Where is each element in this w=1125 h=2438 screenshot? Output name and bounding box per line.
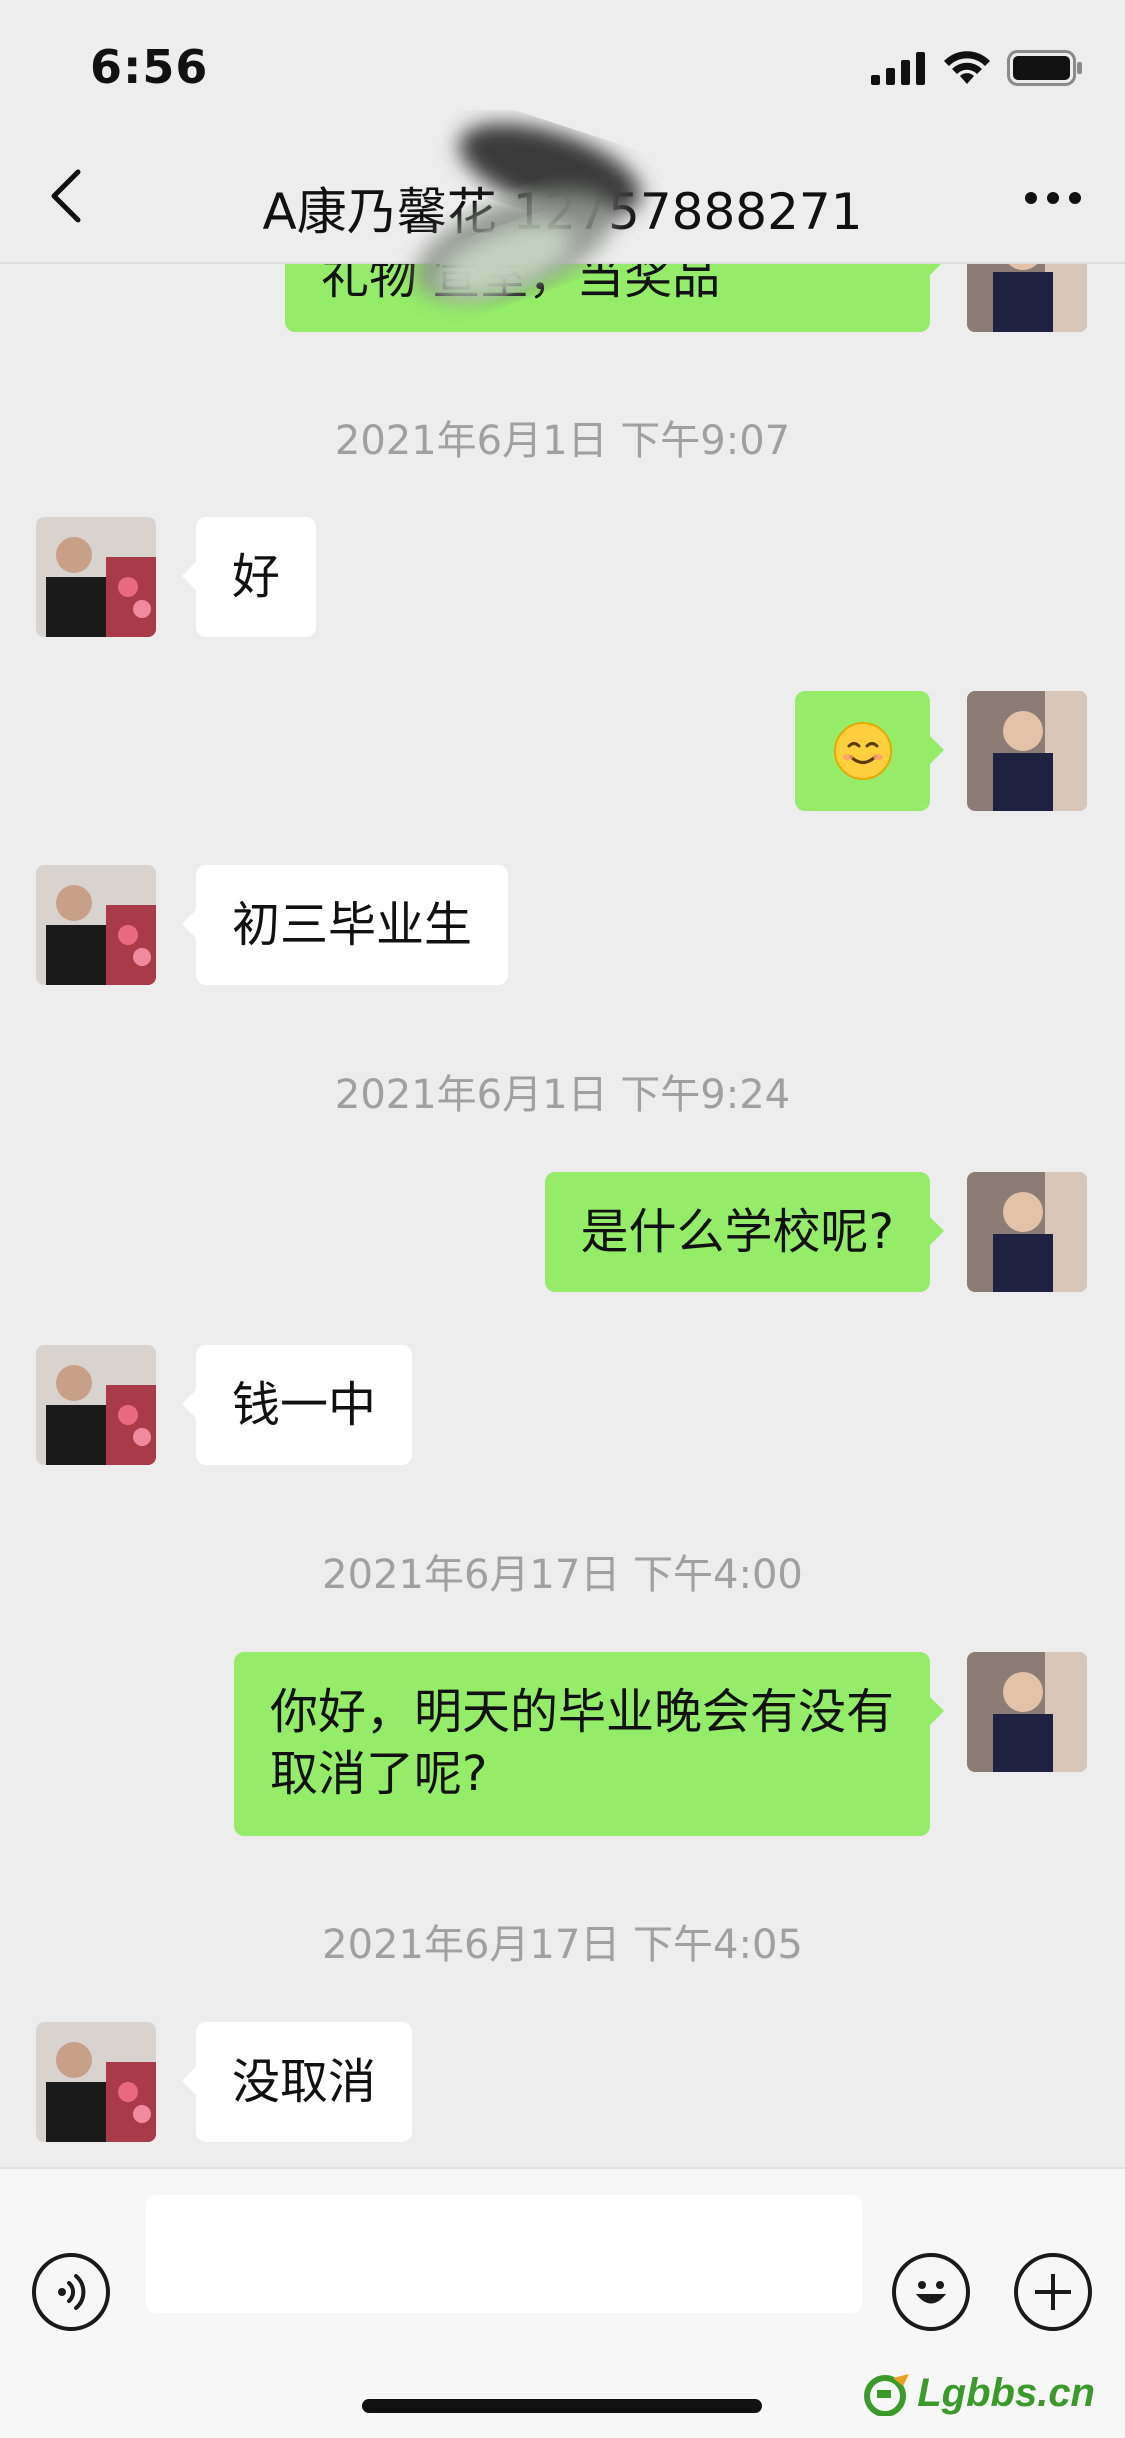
timestamp: 2021年6月17日 下午4:00: [322, 1552, 803, 1598]
contact-avatar-image: [36, 865, 156, 985]
cellular-signal-icon: [871, 52, 925, 85]
contact-avatar-image: [36, 2022, 156, 2142]
watermark-text: Lgbbs.cn: [917, 2371, 1095, 2415]
contact-avatar-image: [36, 1345, 156, 1465]
site-watermark: Lgbbs.cn: [863, 2371, 1095, 2416]
more-functions-button[interactable]: [1014, 2253, 1092, 2331]
message-bubble-incoming[interactable]: 好: [181, 517, 317, 637]
plus-icon: [1035, 2274, 1071, 2310]
message-bubble-incoming[interactable]: 没取消: [181, 2022, 413, 2142]
contact-avatar-image: [36, 517, 156, 637]
my-avatar[interactable]: [967, 1652, 1087, 1772]
message-text: 好: [232, 549, 281, 605]
message-bubble-outgoing[interactable]: [795, 691, 944, 811]
message-text: 没取消: [232, 2054, 377, 2110]
my-avatar-image: [967, 1652, 1087, 1772]
redaction-scribble: [415, 123, 642, 301]
message-text: 钱一中: [232, 1377, 377, 1433]
message-text: 是什么学校呢?: [580, 1204, 894, 1260]
my-avatar-image: [967, 262, 1087, 332]
message-text: 初三毕业生: [232, 897, 473, 953]
message-bubble-outgoing[interactable]: 你好，明天的毕业晚会有没有 取消了呢?: [233, 1652, 945, 1836]
watermark-logo-icon: [864, 2373, 910, 2416]
voice-icon: [58, 2274, 86, 2310]
timestamp: 2021年6月1日 下午9:24: [334, 1072, 791, 1118]
more-dots-icon: [1025, 192, 1081, 204]
wifi-icon: [944, 51, 990, 84]
contact-avatar[interactable]: [36, 1345, 156, 1465]
battery-icon: [1007, 50, 1082, 86]
message-bubble-incoming[interactable]: 初三毕业生: [181, 865, 509, 985]
message-input[interactable]: [146, 2195, 862, 2313]
contact-avatar[interactable]: [36, 517, 156, 637]
my-avatar[interactable]: [967, 691, 1087, 811]
contact-avatar[interactable]: [36, 865, 156, 985]
voice-input-button[interactable]: [32, 2253, 110, 2331]
more-options-button[interactable]: [1023, 188, 1083, 208]
my-avatar-image: [967, 691, 1087, 811]
timestamp: 2021年6月17日 下午4:05: [322, 1922, 803, 1968]
contact-avatar[interactable]: [36, 2022, 156, 2142]
my-avatar[interactable]: [967, 1172, 1087, 1292]
home-indicator: [362, 2399, 762, 2413]
status-icons: [871, 50, 1083, 86]
my-avatar-image: [967, 1172, 1087, 1292]
message-bubble-outgoing[interactable]: 是什么学校呢?: [544, 1172, 945, 1292]
status-time: 6:56: [90, 40, 209, 94]
smiley-face-icon: [916, 2281, 946, 2304]
message-bubble-incoming[interactable]: 钱一中: [181, 1345, 413, 1465]
my-avatar[interactable]: [967, 262, 1087, 332]
message-list[interactable]: 礼物 宣室，当奖品 2021年6月1日 下午9:07 好 初三毕业生 2021年…: [0, 262, 1125, 2167]
message-text-line: 你好，明天的毕业晚会有没有: [269, 1684, 894, 1740]
emoji-button[interactable]: [892, 2253, 970, 2331]
message-text-line: 取消了呢?: [269, 1746, 488, 1802]
smiling-emoji-icon: [833, 722, 892, 780]
timestamp: 2021年6月1日 下午9:07: [334, 418, 791, 464]
